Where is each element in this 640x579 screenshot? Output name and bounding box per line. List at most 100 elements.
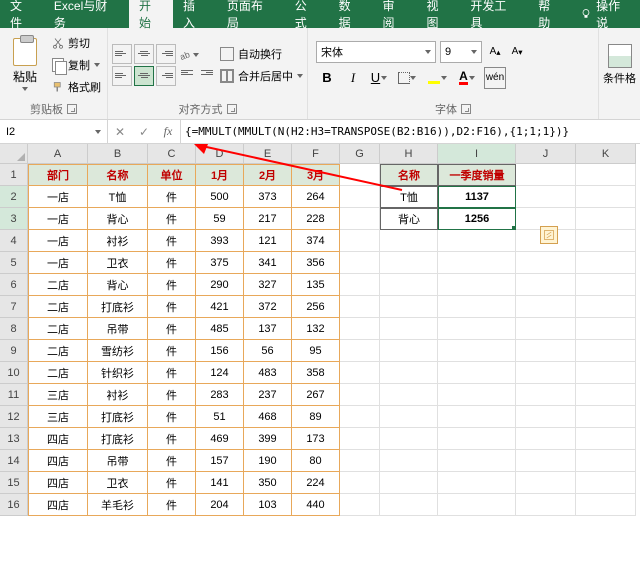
cell[interactable] [438,428,516,450]
cell[interactable] [340,252,380,274]
cell[interactable] [340,406,380,428]
cell[interactable]: 件 [148,186,196,208]
cell[interactable]: 卫衣 [88,252,148,274]
cell[interactable] [340,428,380,450]
cell[interactable]: 374 [292,230,340,252]
cell[interactable]: 一店 [28,186,88,208]
cell[interactable]: 名称 [88,164,148,186]
copy-button[interactable]: 复制 [50,55,103,75]
cell[interactable] [516,428,576,450]
cell[interactable] [516,274,576,296]
row-header[interactable]: 10 [0,362,28,384]
name-box[interactable]: I2 [0,120,108,143]
underline-button[interactable]: U [368,67,390,89]
format-painter-button[interactable]: 格式刷 [50,77,103,97]
cell[interactable] [516,164,576,186]
border-button[interactable] [394,67,420,89]
cell[interactable]: 件 [148,384,196,406]
increase-indent[interactable] [198,64,216,82]
decrease-font-button[interactable]: A▾ [508,43,526,61]
cell[interactable]: 件 [148,274,196,296]
cell[interactable]: 469 [196,428,244,450]
cell[interactable] [438,406,516,428]
cell[interactable]: 一店 [28,230,88,252]
cell[interactable]: 件 [148,230,196,252]
tab-dev[interactable]: 开发工具 [460,0,528,28]
cell[interactable] [516,494,576,516]
cell[interactable]: 四店 [28,494,88,516]
cell[interactable]: 件 [148,318,196,340]
row-header[interactable]: 4 [0,230,28,252]
cell[interactable] [576,318,636,340]
cell[interactable]: 打底衫 [88,406,148,428]
cell[interactable]: 二店 [28,274,88,296]
cell[interactable]: 件 [148,208,196,230]
cell[interactable]: 件 [148,340,196,362]
cell[interactable]: 121 [244,230,292,252]
cell[interactable]: 羊毛衫 [88,494,148,516]
cell[interactable]: 1256 [438,208,516,230]
row-header[interactable]: 2 [0,186,28,208]
cell[interactable]: 483 [244,362,292,384]
cell[interactable]: 吊带 [88,318,148,340]
cell[interactable] [516,296,576,318]
fill-color-button[interactable] [424,67,450,89]
cell[interactable]: T恤 [380,186,438,208]
col-header[interactable]: E [244,144,292,164]
tell-me[interactable]: 操作说 [572,0,640,28]
cell[interactable] [340,362,380,384]
cell[interactable]: 四店 [28,472,88,494]
tab-review[interactable]: 审阅 [373,0,417,28]
col-header[interactable]: A [28,144,88,164]
cell[interactable]: 283 [196,384,244,406]
decrease-indent[interactable] [178,64,196,82]
cell[interactable]: 衬衫 [88,384,148,406]
bold-button[interactable]: B [316,67,338,89]
cell[interactable] [438,230,516,252]
cell[interactable] [380,230,438,252]
cell[interactable]: 件 [148,406,196,428]
cell[interactable]: 单位 [148,164,196,186]
cell[interactable] [340,186,380,208]
cell[interactable] [340,494,380,516]
cell[interactable]: 157 [196,450,244,472]
cut-button[interactable]: 剪切 [50,33,103,53]
cell[interactable] [438,274,516,296]
cell[interactable]: 二店 [28,296,88,318]
cell[interactable]: 二店 [28,318,88,340]
cell[interactable] [438,384,516,406]
font-size-select[interactable]: 9 [440,41,482,63]
cell[interactable]: 372 [244,296,292,318]
cell[interactable] [516,362,576,384]
cell[interactable] [340,450,380,472]
row-header[interactable]: 8 [0,318,28,340]
cell[interactable] [438,472,516,494]
cell[interactable] [340,384,380,406]
col-header[interactable]: C [148,144,196,164]
cell[interactable]: 350 [244,472,292,494]
cell[interactable]: 267 [292,384,340,406]
cell[interactable] [380,274,438,296]
cell[interactable]: 393 [196,230,244,252]
cell[interactable]: 373 [244,186,292,208]
smart-tag-icon[interactable] [540,226,558,244]
paste-button[interactable]: 粘贴 [4,30,46,99]
cell[interactable] [438,450,516,472]
row-header[interactable]: 1 [0,164,28,186]
col-header[interactable]: H [380,144,438,164]
font-name-select[interactable]: 宋体 [316,41,436,63]
cell[interactable]: 217 [244,208,292,230]
cell[interactable] [576,296,636,318]
cell[interactable] [380,472,438,494]
cell[interactable]: 3月 [292,164,340,186]
increase-font-button[interactable]: A▴ [486,43,504,61]
cell[interactable]: 399 [244,428,292,450]
cell[interactable]: 103 [244,494,292,516]
align-center[interactable] [134,66,154,86]
cell[interactable]: 件 [148,450,196,472]
cell[interactable]: 137 [244,318,292,340]
row-header[interactable]: 11 [0,384,28,406]
cell[interactable]: 二店 [28,362,88,384]
cell[interactable]: 485 [196,318,244,340]
cell[interactable]: 204 [196,494,244,516]
